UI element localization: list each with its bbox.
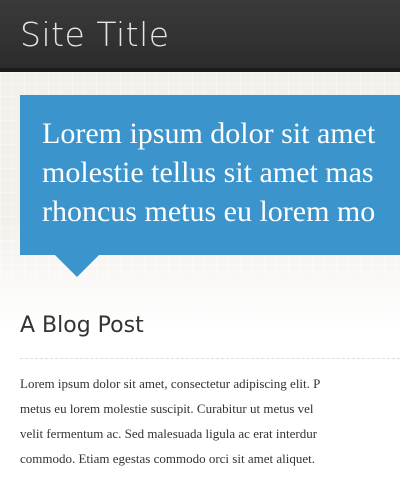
site-title[interactable]: Site Title [20,15,170,55]
post-divider [20,358,400,359]
post-body-line: velit fermentum ac. Sed malesuada ligula… [20,426,318,441]
post-body: Lorem ipsum dolor sit amet, consectetur … [20,371,320,471]
hero-pointer-arrow [55,255,99,277]
blog-post: A Blog Post Lorem ipsum dolor sit amet, … [20,300,400,466]
hero-text-line: molestie tellus sit amet mas [42,156,374,189]
post-title[interactable]: A Blog Post [20,300,400,352]
post-body-line: metus eu lorem molestie suscipit. Curabi… [20,401,314,416]
hero-text: Lorem ipsum dolor sit amet molestie tell… [42,114,400,231]
hero-text-line: Lorem ipsum dolor sit amet [42,117,376,150]
site-header: Site Title [0,0,400,72]
post-body-line: Lorem ipsum dolor sit amet, consectetur … [20,376,321,391]
hero-text-line: rhoncus metus eu lorem mo [42,195,376,228]
hero-banner: Lorem ipsum dolor sit amet molestie tell… [20,95,400,277]
post-body-line: commodo. Etiam egestas commodo orci sit … [20,451,315,466]
